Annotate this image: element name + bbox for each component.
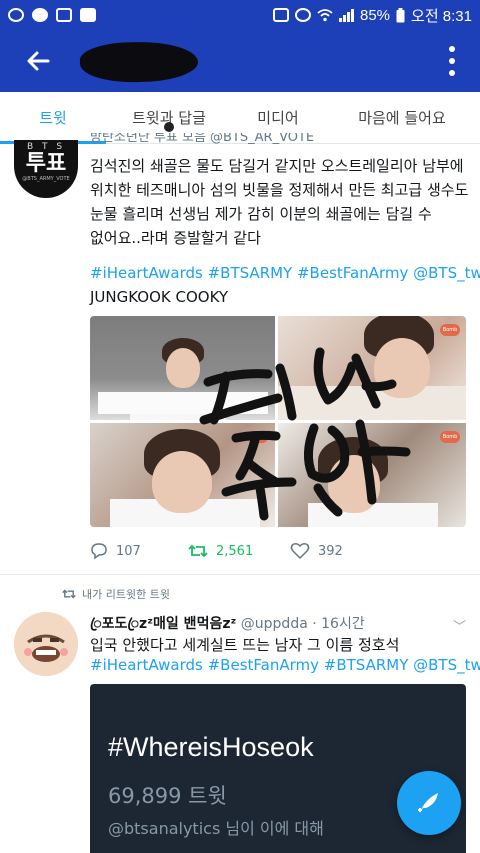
tweet-hashtags[interactable]: #iHeartAwards #BestFanArmy #BTSARMY @BTS… bbox=[90, 656, 480, 674]
retweet-context-label: 내가 리트윗한 트윗 bbox=[82, 588, 170, 601]
tweet-text-line: 없어요..라며 증발할거 같다 bbox=[90, 229, 261, 247]
tweet-hashtags[interactable]: #iHeartAwards #BTSARMY #BestFanArmy @BTS… bbox=[90, 264, 480, 282]
avatar-sub-text: @BTS_ARMY_VOTE bbox=[22, 176, 70, 182]
retweet-small-icon bbox=[62, 589, 76, 599]
status-bar: 85% 오전 8:31 bbox=[0, 0, 480, 30]
back-arrow-icon[interactable] bbox=[22, 44, 56, 78]
tweet-text-line: 눈물 흘리며 선생님 제가 감히 이분의 쇄골에는 담길 수 bbox=[90, 205, 432, 223]
notification-icon bbox=[8, 8, 24, 22]
author-handle: @uppdda bbox=[240, 616, 308, 632]
heart-icon bbox=[290, 543, 310, 560]
overflow-menu-icon[interactable] bbox=[446, 46, 458, 76]
author-name[interactable]: ꦿ포도ꦿzᶻ매일 밴먹음zᶻ bbox=[90, 616, 236, 632]
retweet-context: 내가 리트윗한 트윗 bbox=[62, 586, 170, 602]
tweet-media-grid[interactable]: Bomb Bomb Bomb bbox=[90, 316, 466, 527]
reply-icon bbox=[91, 543, 107, 560]
card-count: 69,899 트윗 bbox=[108, 784, 227, 808]
tweet-text: 김석진의 쇄골은 물도 담길거 같지만 오스트레일리아 남부에 위치한 테즈매니… bbox=[90, 154, 472, 250]
tweet-text-line: 위치한 테즈매니아 섬의 빗물을 정제해서 만든 최고급 생수도 bbox=[90, 181, 469, 199]
media-photo[interactable]: Bomb bbox=[278, 316, 466, 420]
retweet-button[interactable]: 2,561 bbox=[188, 543, 290, 559]
tweet-extra-text: JUNGKOOK COOKY bbox=[90, 288, 229, 306]
talk-icon bbox=[32, 8, 48, 22]
like-button[interactable]: 392 bbox=[290, 542, 343, 560]
avatar-main-text: 투표 bbox=[25, 151, 67, 176]
avatar[interactable]: B T S 투표 @BTS_ARMY_VOTE bbox=[14, 140, 78, 198]
tweet-text-line: 김석진의 쇄골은 물도 담길거 같지만 오스트레일리아 남부에 bbox=[90, 157, 464, 175]
tweet-actions: 107 2,561 392 bbox=[90, 540, 470, 562]
retweet-icon bbox=[188, 544, 208, 558]
media-watermark: Bomb bbox=[440, 431, 460, 443]
chevron-down-icon[interactable]: ﹀ bbox=[453, 616, 466, 635]
media-photo[interactable] bbox=[90, 316, 275, 420]
tweet-time: · 16시간 bbox=[312, 616, 365, 632]
avatar[interactable] bbox=[14, 612, 78, 676]
redacted-profile-name bbox=[79, 39, 199, 85]
battery-icon bbox=[396, 7, 405, 22]
reply-count: 107 bbox=[116, 543, 141, 559]
mute-icon bbox=[295, 8, 311, 22]
alarm-icon bbox=[273, 8, 289, 22]
retweet-count: 2,561 bbox=[216, 543, 254, 559]
tweet-divider bbox=[0, 574, 480, 575]
signal-icon bbox=[339, 8, 354, 22]
media-photo[interactable]: Bomb bbox=[90, 423, 275, 527]
wifi-icon bbox=[317, 8, 333, 21]
tweet-text: 입국 안했다고 세계실트 뜨는 남자 그 이름 정호석 bbox=[90, 636, 400, 654]
media-watermark: Bomb bbox=[440, 324, 460, 336]
clock: 오전 8:31 bbox=[411, 7, 472, 25]
compose-tweet-button[interactable] bbox=[397, 771, 461, 835]
battery-percent: 85% bbox=[360, 6, 391, 24]
tweet-header: 방탄소년단 투표 모음 @BTS_AR_VOTE bbox=[90, 133, 315, 145]
like-count: 392 bbox=[318, 543, 343, 559]
card-title: #WhereisHoseok bbox=[108, 732, 314, 762]
app-bar bbox=[0, 30, 480, 92]
card-note: @btsanalytics 님이 이에 대해 bbox=[108, 819, 324, 838]
reply-button[interactable]: 107 bbox=[90, 542, 188, 560]
media-watermark: Bomb bbox=[248, 431, 268, 443]
compose-feather-icon bbox=[418, 793, 438, 813]
gallery-icon bbox=[80, 8, 96, 22]
media-photo[interactable]: Bomb bbox=[278, 423, 466, 527]
touch-indicator bbox=[164, 122, 174, 132]
cup-icon bbox=[56, 8, 72, 22]
